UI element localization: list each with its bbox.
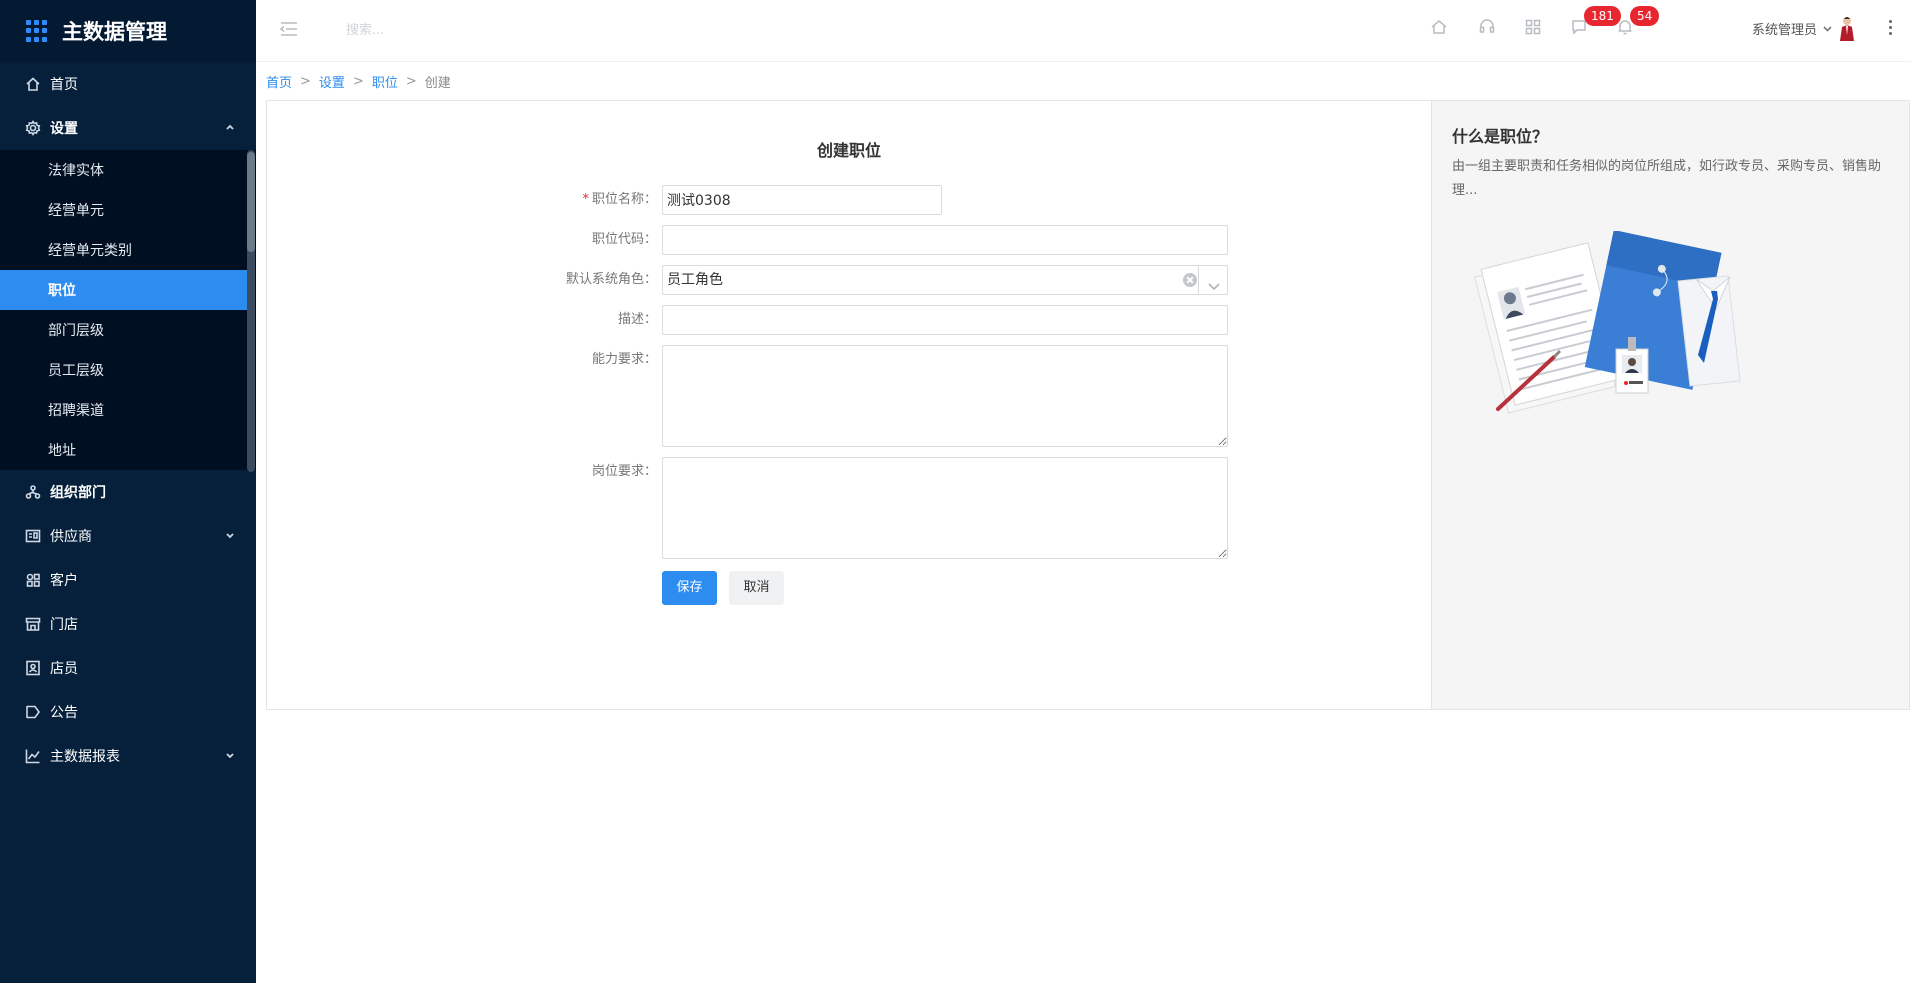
clerk-icon [24, 659, 42, 677]
sidebar-item-label: 公告 [50, 705, 78, 721]
sidebar-item-label: 店员 [50, 661, 78, 677]
clear-icon[interactable] [1183, 273, 1197, 287]
sidebar: 主数据管理 首页 设置 法律实体 经营单元 经营单元类别 职位 部门层级 员工层… [0, 0, 256, 983]
recruit-illustration [1474, 231, 1741, 414]
more-vertical-icon[interactable] [1887, 20, 1893, 38]
sidebar-item-label: 主数据报表 [50, 749, 120, 765]
sidebar-item-business-unit[interactable]: 经营单元 [0, 190, 256, 230]
sidebar-item-label: 供应商 [50, 529, 92, 545]
headset-icon[interactable] [1478, 18, 1498, 38]
sidebar-item-label: 客户 [50, 573, 78, 589]
chevron-down-icon [1822, 23, 1833, 34]
form-row-name: * 职位名称： [267, 185, 657, 217]
breadcrumb: 首页 > 设置 > 职位 > 创建 [266, 72, 451, 91]
message-icon[interactable]: 181 [1570, 6, 1621, 38]
form-row-desc: 描述： [267, 305, 657, 337]
sidebar-item-org[interactable]: 组织部门 [0, 470, 256, 514]
sidebar-item-address[interactable]: 地址 [0, 430, 256, 470]
sidebar-item-label: 首页 [50, 77, 78, 93]
form-row-role: 默认系统角色： [267, 265, 657, 297]
position-form: 创建职位 *职位名称： 职位代码： 默认系统角色： 员工角色 描述： 能力要求：… [267, 101, 1431, 709]
sidebar-item-staff-level[interactable]: 员工层级 [0, 350, 256, 390]
breadcrumb-current: 创建 [424, 76, 451, 91]
announce-icon [24, 703, 42, 721]
field-label: 默认系统角色： [565, 272, 657, 287]
submenu-scrollbar[interactable] [247, 150, 255, 472]
sidebar-item-store[interactable]: 门店 [0, 602, 256, 646]
notification-badge: 54 [1630, 6, 1660, 26]
save-button[interactable]: 保存 [662, 571, 717, 605]
post-requirement-textarea[interactable] [662, 457, 1228, 559]
sidebar-item-announce[interactable]: 公告 [0, 690, 256, 734]
sidebar-item-recruit-channel[interactable]: 招聘渠道 [0, 390, 256, 430]
position-name-input[interactable] [662, 185, 942, 215]
chart-icon [24, 747, 42, 765]
sidebar-item-label: 门店 [50, 617, 78, 633]
bell-icon[interactable]: 54 [1616, 6, 1660, 38]
sidebar-item-business-unit-type[interactable]: 经营单元类别 [0, 230, 256, 270]
sidebar-item-customer[interactable]: 客户 [0, 558, 256, 602]
breadcrumb-sep: > [405, 74, 417, 89]
breadcrumb-settings[interactable]: 设置 [319, 72, 345, 91]
sidebar-item-dept-level[interactable]: 部门层级 [0, 310, 256, 350]
breadcrumb-home[interactable]: 首页 [266, 72, 292, 91]
field-label: * 职位名称： [582, 192, 657, 207]
position-code-input[interactable] [662, 225, 1228, 255]
menu-toggle-icon[interactable] [278, 18, 300, 40]
sidebar-item-home[interactable]: 首页 [0, 62, 256, 106]
sidebar-item-legal-entity[interactable]: 法律实体 [0, 150, 256, 190]
top-header: 181 54 系统管理员 [256, 0, 1911, 62]
select-divider [1198, 266, 1199, 294]
store-icon [24, 615, 42, 633]
form-title: 创建职位 [816, 141, 881, 160]
apps-icon[interactable] [1524, 18, 1544, 38]
help-title: 什么是职位？ [1452, 127, 1549, 146]
form-row-ability: 能力要求： [267, 345, 657, 377]
cancel-button[interactable]: 取消 [729, 571, 784, 605]
chevron-down-icon [224, 529, 236, 541]
avatar[interactable] [1835, 15, 1859, 43]
help-panel: 什么是职位？ 由一组主要职责和任务相似的岗位所组成，如行政专员、采购专员、销售助… [1431, 101, 1909, 709]
main-card: 创建职位 *职位名称： 职位代码： 默认系统角色： 员工角色 描述： 能力要求：… [266, 100, 1910, 710]
sidebar-item-settings[interactable]: 设置 [0, 106, 256, 150]
chevron-down-icon [224, 749, 236, 761]
app-grid-icon [26, 20, 48, 42]
field-label: 描述： [617, 312, 657, 327]
search-input[interactable] [346, 18, 606, 42]
default-role-select[interactable]: 员工角色 [662, 265, 1228, 295]
org-icon [24, 483, 42, 501]
sidebar-item-label: 组织部门 [50, 485, 106, 501]
form-row-code: 职位代码： [267, 225, 657, 257]
help-text: 由一组主要职责和任务相似的岗位所组成，如行政专员、采购专员、销售助理... [1452, 159, 1882, 198]
ability-requirement-textarea[interactable] [662, 345, 1228, 447]
user-name: 系统管理员 [1751, 23, 1817, 38]
sidebar-item-supplier[interactable]: 供应商 [0, 514, 256, 558]
field-label: 职位代码： [591, 232, 657, 247]
sidebar-item-position[interactable]: 职位 [0, 270, 248, 310]
sidebar-item-report[interactable]: 主数据报表 [0, 734, 256, 778]
selected-role: 员工角色 [667, 272, 723, 288]
app-title: 主数据管理 [62, 20, 167, 44]
scrollbar-thumb[interactable] [247, 152, 255, 252]
description-input[interactable] [662, 305, 1228, 335]
settings-submenu: 法律实体 经营单元 经营单元类别 职位 部门层级 员工层级 招聘渠道 地址 [0, 150, 256, 472]
chevron-down-icon[interactable] [1207, 274, 1221, 291]
breadcrumb-sep: > [352, 74, 364, 89]
field-label: 岗位要求： [591, 464, 657, 479]
home-icon[interactable] [1430, 18, 1450, 38]
sidebar-item-label: 设置 [50, 121, 78, 137]
sidebar-item-clerk[interactable]: 店员 [0, 646, 256, 690]
form-row-post: 岗位要求： [267, 457, 657, 489]
customer-icon [24, 571, 42, 589]
supplier-icon [24, 527, 42, 545]
home-icon [24, 75, 42, 93]
field-label: 能力要求： [591, 352, 657, 367]
breadcrumb-position[interactable]: 职位 [372, 72, 398, 91]
user-menu[interactable]: 系统管理员 [1752, 19, 1833, 38]
gear-icon [24, 119, 42, 137]
chevron-up-icon [224, 121, 236, 133]
app-logo[interactable]: 主数据管理 [0, 0, 256, 62]
breadcrumb-sep: > [300, 74, 311, 89]
